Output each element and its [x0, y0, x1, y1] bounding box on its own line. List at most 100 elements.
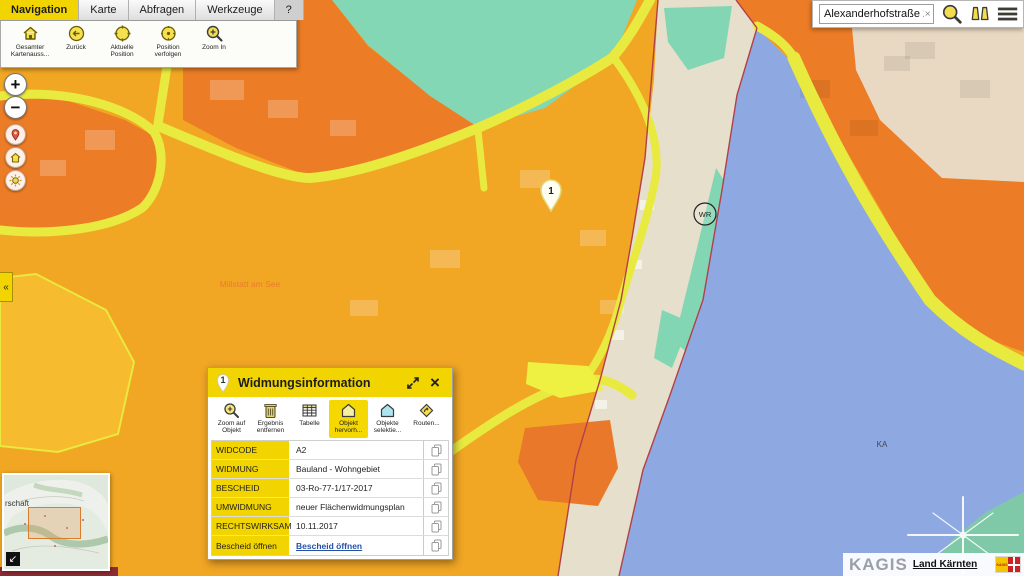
magnifier-plus-icon	[205, 24, 224, 43]
menu-tabbar: Navigation Karte Abfragen Werkzeuge ?	[0, 0, 297, 21]
copy-button[interactable]	[423, 536, 448, 555]
trash-icon	[262, 402, 279, 419]
land-kaernten-link[interactable]: Land Kärnten	[913, 559, 977, 570]
place-label: Millstatt am See	[220, 279, 281, 289]
row-value: Bauland - Wohngebiet	[290, 460, 423, 478]
tool-label: Zurück	[66, 44, 86, 51]
result-pin-badge: 1	[215, 372, 231, 393]
app-window: Millstatt am See KA WR 1 Navigation Kart…	[0, 0, 1024, 576]
row-value: Bescheid öffnen	[290, 536, 423, 555]
kagis-logo-red	[1008, 557, 1020, 572]
zoom-in-button[interactable]: +	[4, 73, 27, 96]
zone-circle-wr: WR	[694, 203, 716, 225]
copy-button[interactable]	[423, 441, 448, 459]
tab-karte[interactable]: Karte	[79, 0, 128, 20]
copy-icon	[431, 482, 442, 495]
attribution-bar: KAGIS Land Kärnten KAGIS	[843, 553, 1024, 576]
tab-help[interactable]: ?	[275, 0, 304, 20]
row-label: BESCHEID	[212, 479, 290, 497]
full-extent-button[interactable]: Gesamter Kartenauss...	[7, 24, 53, 67]
select-objects-icon	[379, 402, 396, 419]
highlight-object-icon	[340, 402, 357, 419]
search-input[interactable]: Alexanderhofstraße 27 ×	[819, 4, 934, 24]
attribute-table: WIDCODE A2 WIDMUNG Bauland - Wohngebiet	[211, 440, 449, 556]
routes-button[interactable]: Routen...	[407, 400, 446, 438]
popup-toolbar: Zoom auf Objekt Ergebnis entfernen Tabel…	[208, 397, 452, 438]
remove-result-button[interactable]: Ergebnis entfernen	[251, 400, 290, 438]
table-row: WIDCODE A2	[212, 441, 448, 460]
minimap-extent-rect[interactable]	[28, 507, 81, 539]
home-icon	[21, 24, 40, 43]
menu-panel: Navigation Karte Abfragen Werkzeuge ? Ge…	[0, 0, 297, 68]
svg-text:1: 1	[220, 375, 225, 385]
zoom-object-icon	[223, 402, 240, 419]
expand-popup-button[interactable]	[404, 374, 422, 392]
popup-title: Widmungsinformation	[238, 376, 404, 390]
clear-search-icon[interactable]: ×	[924, 9, 931, 20]
copy-icon	[431, 539, 442, 552]
copy-icon	[431, 463, 442, 476]
tab-abfragen[interactable]: Abfragen	[129, 0, 197, 20]
row-label: RECHTSWIRKSAM	[212, 517, 290, 535]
copy-icon	[431, 520, 442, 533]
copy-button[interactable]	[423, 498, 448, 516]
row-label: UMWIDMUNG	[212, 498, 290, 516]
home-icon	[9, 151, 22, 164]
table-icon	[301, 402, 318, 419]
route-icon	[418, 402, 435, 419]
row-value: 03-Ro-77-1/17-2017	[290, 479, 423, 497]
copy-button[interactable]	[423, 479, 448, 497]
svg-text:1: 1	[548, 186, 554, 197]
close-popup-button[interactable]: ×	[426, 374, 444, 392]
tool-label: Aktuelle Position	[99, 44, 145, 59]
track-position-button[interactable]: Position verfolgen	[145, 24, 191, 67]
popup-titlebar[interactable]: 1 Widmungsinformation ×	[208, 368, 452, 397]
current-position-button[interactable]: Aktuelle Position	[99, 24, 145, 67]
zoom-out-button[interactable]: −	[4, 96, 27, 119]
copy-button[interactable]	[423, 460, 448, 478]
table-button[interactable]: Tabelle	[290, 400, 329, 438]
zoom-in-tool-button[interactable]: Zoom In	[191, 24, 237, 67]
highlight-object-button[interactable]: Objekt hervorh...	[329, 400, 368, 438]
back-circle-icon	[67, 24, 86, 43]
row-label: WIDCODE	[212, 441, 290, 459]
search-panel: Alexanderhofstraße 27 ×	[812, 0, 1024, 28]
row-label: WIDMUNG	[212, 460, 290, 478]
menu-toolrow: Gesamter Kartenauss... Zurück Aktuelle P…	[0, 21, 297, 68]
tab-navigation[interactable]: Navigation	[0, 0, 79, 20]
copy-button[interactable]	[423, 517, 448, 535]
lake-label: KA	[877, 440, 888, 449]
map-canvas[interactable]: Millstatt am See KA WR 1	[0, 0, 1024, 576]
table-row: BESCHEID 03-Ro-77-1/17-2017	[212, 479, 448, 498]
popup-tool-label: Objekte selektie...	[368, 420, 407, 434]
copy-icon	[431, 501, 442, 514]
widmungsinformation-popup: 1 Widmungsinformation × Zoom auf Objekt	[207, 367, 453, 560]
location-pin-button[interactable]	[5, 124, 26, 145]
row-label: Bescheid öffnen	[212, 536, 290, 555]
popup-tool-label: Routen...	[413, 420, 439, 427]
tool-label: Zoom In	[202, 44, 226, 51]
search-value: Alexanderhofstraße 27	[824, 8, 924, 20]
table-row: Bescheid öffnen Bescheid öffnen	[212, 536, 448, 555]
zoom-to-object-button[interactable]: Zoom auf Objekt	[212, 400, 251, 438]
home-extent-button[interactable]	[5, 147, 26, 168]
track-circle-icon	[159, 24, 178, 43]
kagis-logo-yellow: KAGIS	[996, 557, 1008, 572]
back-button[interactable]: Zurück	[53, 24, 99, 67]
open-decision-link[interactable]: Bescheid öffnen	[296, 541, 362, 551]
sidebar-collapse-tab[interactable]: «	[0, 272, 13, 302]
settings-sun-button[interactable]	[5, 170, 26, 191]
copy-icon	[431, 444, 442, 457]
binoculars-icon[interactable]	[970, 3, 990, 25]
kagis-logo: KAGIS	[995, 556, 1021, 573]
sun-gear-icon	[9, 174, 22, 187]
popup-tool-label: Zoom auf Objekt	[212, 420, 251, 434]
menu-icon[interactable]	[997, 4, 1018, 24]
minimap-place-label: rschaft	[5, 499, 29, 508]
tab-werkzeuge[interactable]: Werkzeuge	[196, 0, 274, 20]
overview-minimap[interactable]: rschaft ↙	[2, 473, 110, 571]
minimap-collapse-button[interactable]: ↙	[6, 552, 20, 566]
tool-label: Position verfolgen	[145, 44, 191, 59]
select-objects-button[interactable]: Objekte selektie...	[368, 400, 407, 438]
search-icon[interactable]	[941, 2, 963, 26]
